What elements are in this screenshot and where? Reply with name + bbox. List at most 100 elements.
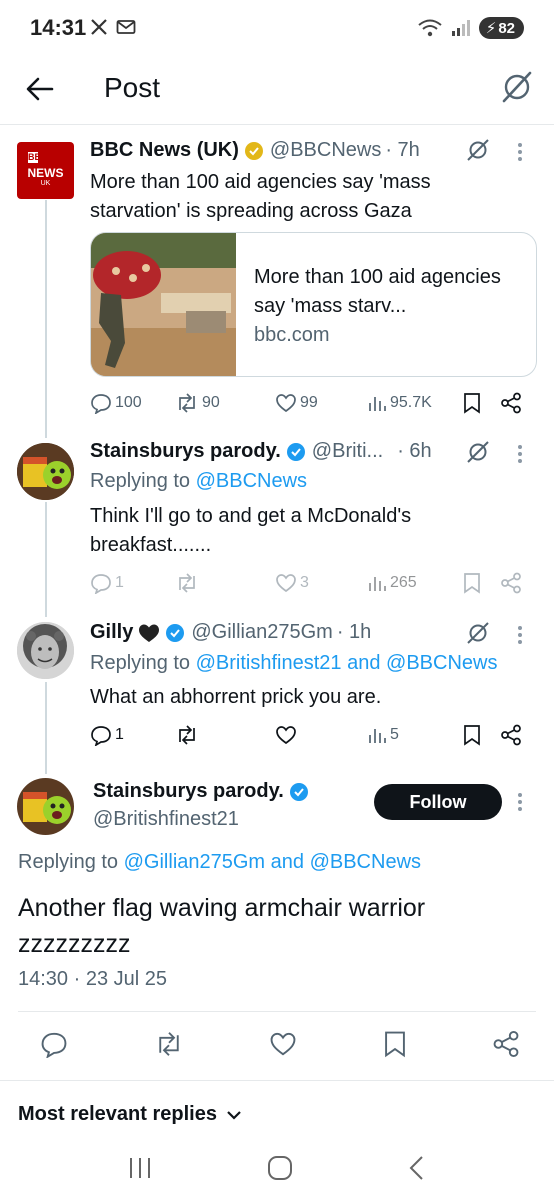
- share-icon: [500, 572, 522, 594]
- views-count: 5: [390, 726, 399, 743]
- verified-badge-icon: [289, 782, 309, 802]
- views-button[interactable]: 265: [367, 573, 463, 593]
- x-app-icon: [90, 18, 108, 36]
- more-options-icon[interactable]: [517, 443, 523, 465]
- grok-icon[interactable]: [500, 70, 534, 104]
- author-handle[interactable]: @Britishfinest21: [93, 808, 239, 831]
- share-button[interactable]: [500, 392, 522, 414]
- grok-icon[interactable]: [466, 440, 490, 464]
- share-icon[interactable]: [492, 1030, 520, 1058]
- grok-icon[interactable]: [466, 138, 490, 162]
- back-nav-icon[interactable]: [407, 1155, 427, 1181]
- repost-button[interactable]: 90: [175, 392, 275, 414]
- link-preview-card[interactable]: More than 100 aid agencies say 'mass sta…: [90, 232, 537, 377]
- like-button[interactable]: 99: [275, 392, 367, 414]
- reply-button[interactable]: 1: [90, 572, 175, 594]
- tweet-time: · 1h: [336, 621, 372, 643]
- author-handle[interactable]: @Gillian275Gm: [191, 621, 332, 644]
- repost-icon[interactable]: [154, 1030, 184, 1058]
- thread-line: [45, 682, 47, 774]
- views-chart-icon: [367, 725, 387, 745]
- wifi-icon: [417, 18, 443, 38]
- author-handle[interactable]: @BBCNews: [270, 139, 381, 162]
- home-icon[interactable]: [267, 1155, 293, 1181]
- bookmark-button[interactable]: [463, 572, 500, 594]
- author-name[interactable]: Gilly: [90, 621, 133, 644]
- main-post-author: Stainsburys parody.: [93, 780, 309, 803]
- author-name[interactable]: BBC News (UK): [90, 139, 239, 162]
- post-timestamp: 14:30 · 23 Jul 25: [18, 968, 167, 990]
- bookmark-button[interactable]: [463, 392, 500, 414]
- replying-to-handles[interactable]: @Britishfinest21 and @BBCNews: [196, 652, 498, 674]
- author-name[interactable]: Stainsburys parody.: [90, 440, 281, 463]
- reply-icon: [90, 392, 112, 414]
- card-image: [91, 233, 236, 376]
- author-name[interactable]: Stainsburys parody.: [93, 780, 284, 803]
- views-count: 95.7K: [390, 394, 432, 411]
- tweet-text: Think I'll go to and get a McDonald's br…: [90, 505, 412, 556]
- repost-button[interactable]: [175, 572, 275, 594]
- replies-sort-dropdown[interactable]: Most relevant replies: [18, 1103, 241, 1126]
- replying-prefix: Replying to: [90, 470, 191, 492]
- bookmark-icon: [463, 572, 481, 594]
- heart-icon[interactable]: [269, 1030, 297, 1058]
- more-options-icon[interactable]: [517, 624, 523, 646]
- tweet-time: · 7h: [385, 139, 420, 161]
- repost-button[interactable]: [175, 724, 275, 746]
- reply-count: 1: [115, 726, 124, 743]
- bookmark-icon: [463, 724, 481, 746]
- replying-to: Replying to @Britishfinest21 and @BBCNew…: [90, 652, 497, 675]
- back-arrow-icon[interactable]: [24, 73, 56, 105]
- share-icon: [500, 392, 522, 414]
- replying-to: Replying to @BBCNews: [90, 470, 307, 493]
- more-options-icon[interactable]: [517, 791, 523, 813]
- more-options-icon[interactable]: [517, 141, 523, 163]
- recent-apps-icon[interactable]: [127, 1156, 153, 1180]
- tweet-text: More than 100 aid agencies say 'mass sta…: [90, 171, 431, 222]
- main-post-text: Another flag waving armchair warrior zzz…: [18, 890, 425, 962]
- share-button[interactable]: [500, 724, 522, 746]
- main-post-text-line: zzzzzzzzz: [18, 930, 131, 958]
- avatar-stainsburys[interactable]: [17, 778, 74, 835]
- charging-bolt-icon: ⚡: [485, 20, 497, 37]
- avatar-stainsburys[interactable]: [17, 443, 74, 500]
- thread-line: [45, 200, 47, 438]
- black-heart-icon: [138, 623, 160, 643]
- reply-button[interactable]: 1: [90, 724, 175, 746]
- avatar-bbc-news[interactable]: BBC NEWS UK: [17, 142, 74, 199]
- page-title: Post: [104, 72, 161, 103]
- header-divider: [0, 124, 554, 125]
- battery-level: 82: [498, 19, 515, 37]
- views-count: 265: [390, 574, 417, 591]
- tweet-header: BBC News (UK) @BBCNews · 7h: [90, 139, 420, 162]
- tweet-header: Gilly @Gillian275Gm · 1h: [90, 621, 371, 644]
- replying-to-handles[interactable]: @Gillian275Gm and @BBCNews: [124, 851, 421, 873]
- views-button[interactable]: 5: [367, 725, 463, 745]
- author-handle[interactable]: @Briti...: [312, 440, 383, 463]
- replying-to: Replying to @Gillian275Gm and @BBCNews: [18, 851, 421, 874]
- replying-to-handles[interactable]: @BBCNews: [196, 470, 307, 492]
- replying-prefix: Replying to: [90, 652, 191, 674]
- follow-button[interactable]: Follow: [374, 784, 502, 820]
- like-button[interactable]: [275, 724, 367, 746]
- bookmark-icon[interactable]: [383, 1030, 407, 1058]
- reply-icon[interactable]: [40, 1030, 68, 1058]
- repost-icon: [175, 392, 199, 414]
- tweet-actions: 1 3 265: [90, 572, 530, 594]
- like-button[interactable]: 3: [275, 572, 367, 594]
- share-button[interactable]: [500, 572, 522, 594]
- grok-icon[interactable]: [466, 621, 490, 645]
- replying-prefix: Replying to: [18, 851, 119, 873]
- avatar-gilly[interactable]: [17, 622, 74, 679]
- card-domain: bbc.com: [254, 324, 330, 346]
- views-chart-icon: [367, 573, 387, 593]
- views-button[interactable]: 95.7K: [367, 393, 463, 413]
- tweet-actions: 1 5: [90, 724, 530, 746]
- tweet-actions: 100 90 99 95.7K: [90, 392, 530, 414]
- battery-indicator: ⚡ 82: [478, 17, 524, 39]
- chevron-down-icon: [227, 1110, 241, 1120]
- reply-button[interactable]: 100: [90, 392, 175, 414]
- main-post-actions: [40, 1030, 520, 1058]
- bookmark-button[interactable]: [463, 724, 500, 746]
- divider: [0, 1080, 554, 1081]
